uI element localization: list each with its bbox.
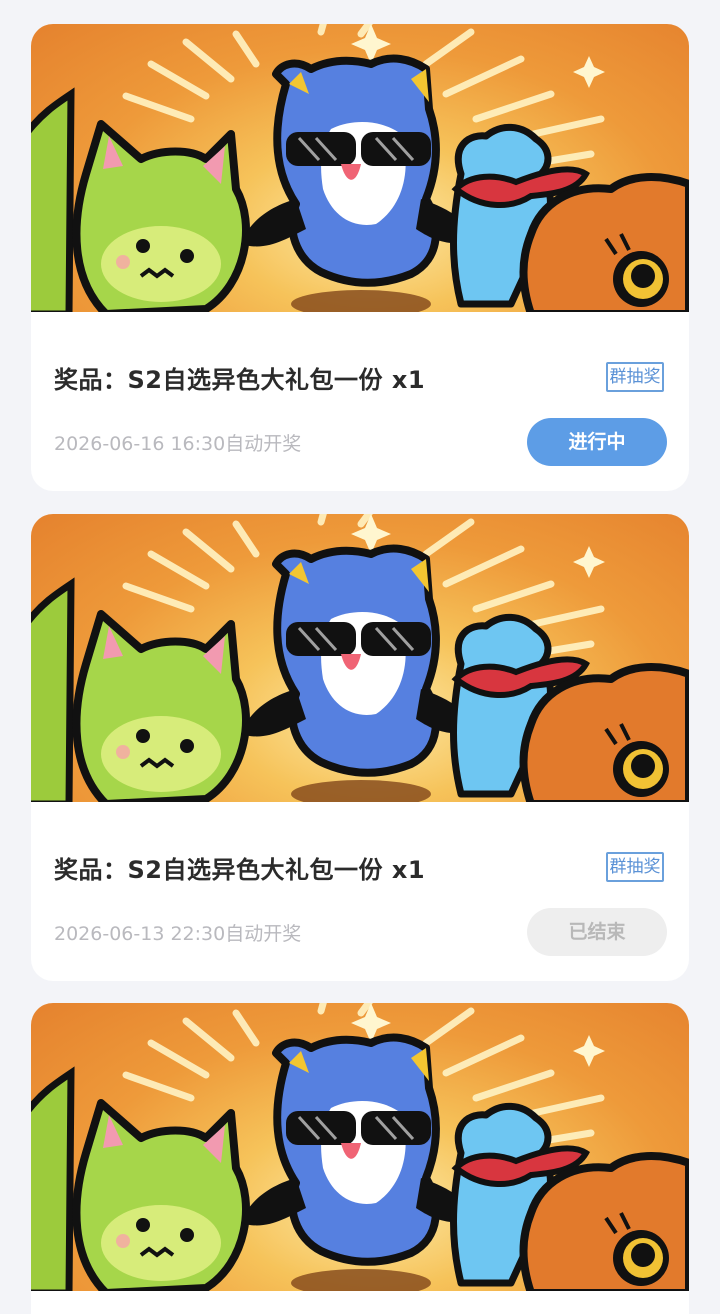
lottery-banner-image	[31, 514, 689, 802]
lottery-card[interactable]: 奖品：S2自选异色大礼包一份 x1 群抽奖 2026-06-13 22:30自动…	[31, 514, 689, 981]
draw-time: 2026-06-13 22:30自动开奖	[54, 923, 302, 945]
status-button-ended[interactable]: 已结束	[527, 908, 667, 956]
group-lottery-tag: 群抽奖	[606, 852, 664, 882]
group-lottery-tag: 群抽奖	[606, 362, 664, 392]
draw-time: 2026-06-16 16:30自动开奖	[54, 433, 302, 455]
lottery-banner-image	[31, 24, 689, 312]
lottery-card[interactable]: 奖品：S2自选异色大礼包一份 x1 群抽奖 2026-06-16 16:30自动…	[31, 24, 689, 491]
lottery-banner-image	[31, 1003, 689, 1291]
prize-title: 奖品：S2自选异色大礼包一份 x1	[54, 366, 426, 394]
lottery-card[interactable]	[31, 1003, 689, 1314]
status-button-in-progress[interactable]: 进行中	[527, 418, 667, 466]
prize-title: 奖品：S2自选异色大礼包一份 x1	[54, 856, 426, 884]
lottery-list: 奖品：S2自选异色大礼包一份 x1 群抽奖 2026-06-16 16:30自动…	[0, 0, 720, 1314]
